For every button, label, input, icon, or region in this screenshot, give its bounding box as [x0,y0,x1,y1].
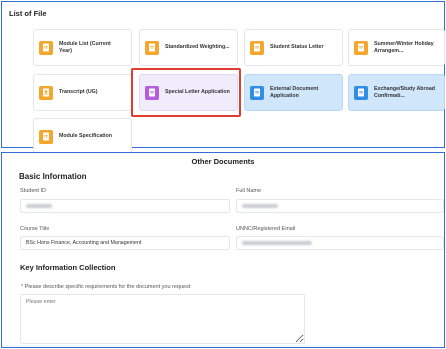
card-student-status-letter[interactable]: Student Status Letter [244,29,343,66]
card-label: Student Status Letter [270,44,324,50]
student-id-field [20,199,230,213]
redacted-email [242,241,312,245]
document-icon [250,85,264,100]
student-id-label: Student ID [20,188,46,194]
card-label: External Document Application [270,85,319,99]
file-list-panel: List of File Module List (Current Year) … [1,1,445,155]
key-information-heading: Key Information Collection [20,263,116,272]
card-label: Standardized Weighting... [165,44,230,50]
full-name-label: Full Name [236,188,262,194]
requirements-label: * Please describe specific requirements … [21,284,190,290]
document-icon [39,129,53,144]
document-icon [354,40,368,55]
email-label: UNNC/Registered Email [236,226,296,232]
document-icon [354,85,368,100]
file-list-title: List of File [9,9,47,18]
email-field [236,236,444,250]
transcript-icon [39,85,53,100]
card-label: Summer/Winter Holiday Arrangem... [374,40,434,54]
card-transcript-ug[interactable]: Transcript (UG) [33,74,132,111]
card-exchange-study-abroad[interactable]: Exchange/Study Abroad Confirmati... [348,74,445,111]
document-icon [39,40,53,55]
document-icon [250,40,264,55]
card-standardized-weighting[interactable]: Standardized Weighting... [139,29,238,66]
requirements-textarea[interactable] [20,294,305,344]
course-title-label: Course Title [20,226,50,232]
card-module-specification[interactable]: Module Specification [33,118,132,155]
card-label: Module Specification [59,133,112,139]
other-documents-panel: Other Documents Basic Information Studen… [1,152,445,348]
requirements-label-text: Please describe specific requirements fo… [24,284,191,290]
card-label: Module List (Current Year) [59,40,111,54]
selection-highlight [131,68,241,117]
card-label: Transcript (UG) [59,89,98,95]
full-name-field [236,199,444,213]
document-icon [145,40,159,55]
basic-information-heading: Basic Information [19,172,87,181]
card-external-document-application[interactable]: External Document Application [244,74,343,111]
course-title-field: BSc Hons Finance, Accounting and Managem… [20,236,230,250]
other-documents-title: Other Documents [191,157,255,166]
redacted-full-name [242,204,278,208]
card-summer-winter-holiday[interactable]: Summer/Winter Holiday Arrangem... [348,29,445,66]
card-module-list[interactable]: Module List (Current Year) [33,29,132,66]
card-label: Exchange/Study Abroad Confirmati... [374,85,436,99]
redacted-student-id [26,204,52,208]
